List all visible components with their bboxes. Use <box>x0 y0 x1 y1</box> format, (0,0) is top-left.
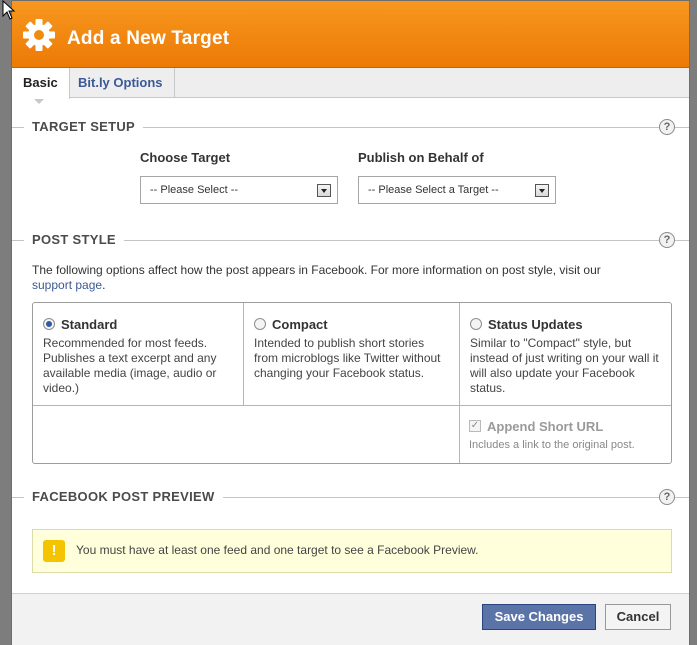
tab-basic[interactable]: Basic <box>12 68 70 104</box>
radio-status-updates[interactable] <box>470 318 482 330</box>
dialog-header: Add a New Target <box>12 1 689 68</box>
style-option-desc: Intended to publish short stories from m… <box>254 336 441 380</box>
style-option-desc: Recommended for most feeds. Publishes a … <box>43 336 217 395</box>
style-option-desc: Similar to "Compact" style, but instead … <box>470 336 659 395</box>
preview-header: FACEBOOK POST PREVIEW ? <box>12 489 689 505</box>
post-style-intro-text: The following options affect how the pos… <box>32 263 601 277</box>
post-style-options: Standard Recommended for most feeds. Pub… <box>32 302 672 464</box>
append-short-url-label: Append Short URL <box>487 419 604 434</box>
warning-icon: ! <box>43 540 65 562</box>
tab-bar: Basic Bit.ly Options <box>12 68 689 104</box>
target-setup-title: TARGET SETUP <box>24 119 144 134</box>
publish-behalf-select[interactable]: -- Please Select a Target -- <box>358 176 556 204</box>
radio-compact[interactable] <box>254 318 266 330</box>
page-backdrop-right <box>689 0 697 645</box>
help-icon[interactable]: ? <box>659 119 675 135</box>
cancel-button[interactable]: Cancel <box>605 604 671 630</box>
help-icon[interactable]: ? <box>659 489 675 505</box>
tab-bitly-options[interactable]: Bit.ly Options <box>67 68 175 98</box>
gear-icon <box>23 19 55 51</box>
publish-behalf-label: Publish on Behalf of <box>358 150 484 165</box>
append-short-url-desc: Includes a link to the original post. <box>469 439 635 451</box>
choose-target-select[interactable]: -- Please Select -- <box>140 176 338 204</box>
target-setup-header: TARGET SETUP ? <box>12 119 689 135</box>
preview-notice-text: You must have at least one feed and one … <box>76 543 479 557</box>
preview-notice: ! You must have at least one feed and on… <box>32 529 672 573</box>
row-divider <box>33 405 671 406</box>
dialog-title: Add a New Target <box>67 28 230 49</box>
preview-title: FACEBOOK POST PREVIEW <box>24 489 223 504</box>
style-option-name: Compact <box>272 317 328 332</box>
help-icon[interactable]: ? <box>659 232 675 248</box>
column-divider <box>459 303 460 463</box>
save-changes-button[interactable]: Save Changes <box>482 604 596 630</box>
style-option-name: Standard <box>61 317 118 332</box>
radio-standard[interactable] <box>43 318 55 330</box>
choose-target-value: -- Please Select -- <box>150 184 239 196</box>
chevron-down-icon <box>317 184 331 197</box>
publish-behalf-value: -- Please Select a Target -- <box>368 184 499 196</box>
support-page-link[interactable]: support page <box>32 278 102 292</box>
choose-target-label: Choose Target <box>140 150 231 165</box>
post-style-header: POST STYLE ? <box>12 232 689 248</box>
checkmark-icon[interactable]: ✓ <box>469 420 481 432</box>
dialog-footer: Save Changes Cancel <box>12 593 689 645</box>
mouse-pointer-icon <box>2 0 16 20</box>
style-option-name: Status Updates <box>488 317 583 332</box>
post-style-title: POST STYLE <box>24 232 124 247</box>
chevron-down-icon <box>535 184 549 197</box>
post-style-intro: The following options affect how the pos… <box>32 263 672 293</box>
column-divider <box>243 303 244 405</box>
add-target-dialog: Add a New Target Basic Bit.ly Options TA… <box>11 0 690 645</box>
post-style-intro-end: . <box>102 278 106 292</box>
